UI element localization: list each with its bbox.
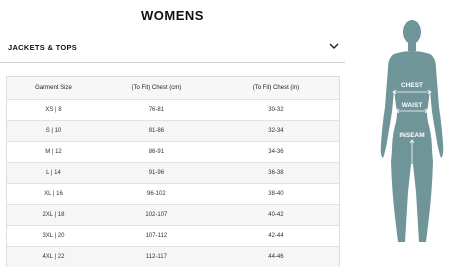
cell-chest-in: 44-46 bbox=[268, 253, 284, 260]
chest-label: CHEST bbox=[401, 82, 423, 89]
cell-size: XS | 8 bbox=[45, 106, 62, 113]
table-row: 2XL | 18 102-107 40-42 bbox=[7, 204, 339, 225]
cell-chest-in: 34-36 bbox=[268, 148, 284, 155]
cell-size: XL | 16 bbox=[44, 190, 63, 197]
size-chart-table-container: Garment Size (To Fit) Chest (cm) (To Fit… bbox=[6, 76, 340, 267]
body-measurement-figure: CHEST WAIST INSEAM bbox=[380, 20, 444, 242]
cell-size: 3XL | 20 bbox=[42, 232, 65, 239]
cell-size: L | 14 bbox=[46, 169, 61, 176]
cell-chest-cm: 107-112 bbox=[145, 232, 168, 239]
table-row: 4XL | 22 112-117 44-46 bbox=[7, 246, 339, 267]
cell-chest-cm: 112-117 bbox=[145, 253, 167, 260]
cell-size: 4XL | 22 bbox=[42, 253, 65, 260]
table-row: S | 10 81-86 32-34 bbox=[7, 120, 339, 141]
table-header-row: Garment Size (To Fit) Chest (cm) (To Fit… bbox=[7, 77, 339, 99]
table-row: M | 12 86-91 34-36 bbox=[7, 141, 339, 162]
cell-size: S | 10 bbox=[45, 127, 62, 134]
table-row: 3XL | 20 107-112 42-44 bbox=[7, 225, 339, 246]
table-row: L | 14 91-96 36-38 bbox=[7, 162, 339, 183]
cell-chest-cm: 76-81 bbox=[148, 106, 165, 113]
cell-chest-in: 30-32 bbox=[268, 106, 284, 113]
cell-chest-cm: 86-91 bbox=[148, 148, 165, 155]
cell-chest-in: 36-38 bbox=[268, 169, 284, 176]
cell-size: M | 12 bbox=[45, 148, 62, 155]
table-row: XL | 16 96-102 38-40 bbox=[7, 183, 339, 204]
jackets-tops-accordion[interactable]: JACKETS & TOPS bbox=[0, 34, 345, 63]
cell-chest-cm: 91-96 bbox=[148, 169, 165, 176]
cell-chest-cm: 96-102 bbox=[147, 190, 166, 197]
header-chest-cm: (To Fit) Chest (cm) bbox=[131, 84, 182, 91]
size-chart-table: Garment Size (To Fit) Chest (cm) (To Fit… bbox=[7, 77, 339, 267]
cell-chest-cm: 81-86 bbox=[148, 127, 165, 134]
cell-chest-in: 40-42 bbox=[268, 211, 284, 218]
cell-chest-in: 38-40 bbox=[268, 190, 284, 197]
chevron-down-icon[interactable] bbox=[329, 42, 339, 50]
cell-size: 2XL | 18 bbox=[42, 211, 65, 218]
accordion-label: JACKETS & TOPS bbox=[8, 43, 78, 52]
header-garment-size: Garment Size bbox=[35, 84, 72, 91]
cell-chest-cm: 102-107 bbox=[145, 211, 168, 218]
waist-label: WAIST bbox=[402, 102, 423, 109]
cell-chest-in: 42-44 bbox=[268, 232, 284, 239]
inseam-label: INSEAM bbox=[399, 132, 424, 139]
page-title: WOMENS bbox=[141, 8, 204, 23]
cell-chest-in: 32-34 bbox=[268, 127, 284, 134]
header-chest-in: (To Fit) Chest (in) bbox=[252, 84, 300, 91]
table-row: XS | 8 76-81 30-32 bbox=[7, 99, 339, 120]
